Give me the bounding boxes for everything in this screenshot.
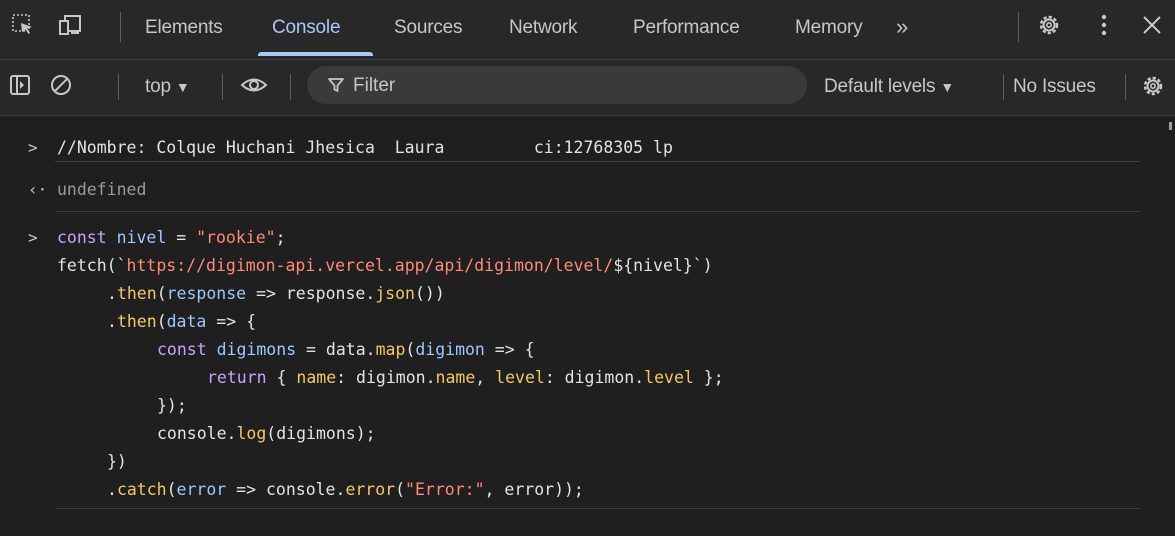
entry-divider [55,508,1140,509]
filter-placeholder: Filter [353,75,396,96]
filter-input[interactable]: Filter [307,66,807,104]
live-expression-eye-icon[interactable] [240,73,268,102]
device-toolbar-icon[interactable] [57,12,83,38]
clear-console-icon[interactable] [49,73,73,102]
toolbar-divider [290,74,291,100]
dropdown-caret-icon: ▼ [175,79,190,95]
code-line: .catch(error => console.error("Error:", … [107,480,584,499]
console-input-line: //Nombre: Colque Huchani Jhesica Laura c… [57,138,673,157]
code-line: const nivel = "rookie"; [57,228,286,247]
filter-funnel-icon [326,75,346,95]
code-line: const digimons = data.map(digimon => { [157,340,535,359]
tab-memory[interactable]: Memory [795,17,863,39]
active-tab-indicator [258,52,373,56]
code-line: .then(data => { [107,312,257,331]
close-icon[interactable] [1139,12,1165,38]
sidebar-toggle-icon[interactable] [8,73,32,102]
log-levels-label: Default levels [824,76,936,97]
entry-divider [55,161,1140,162]
tab-network[interactable]: Network [509,17,577,39]
settings-gear-icon[interactable] [1036,12,1062,38]
more-tabs-chevron-icon[interactable]: » [896,14,908,40]
toolbar-divider [118,74,119,100]
tabbar-divider [120,12,121,42]
inspect-element-icon[interactable] [10,12,36,38]
result-value: undefined [57,180,147,199]
tab-performance[interactable]: Performance [633,17,740,39]
context-label: top [145,76,171,97]
context-selector[interactable]: top ▼ [145,76,190,98]
tab-console[interactable]: Console [272,17,341,39]
code-line: fetch(`https://digimon-api.vercel.app/ap… [57,256,713,275]
devtools-tabbar: Elements Console Sources Network Perform… [0,0,1175,60]
tabbar-divider-right [1018,12,1019,42]
code-line: console.log(digimons); [157,424,376,443]
code-line: .then(response => response.json()) [107,284,445,303]
console-settings-gear-icon[interactable] [1140,73,1166,104]
tab-sources[interactable]: Sources [394,17,463,39]
dropdown-caret-icon: ▼ [940,79,955,95]
tab-elements[interactable]: Elements [145,17,223,39]
console-output: > //Nombre: Colque Huchani Jhesica Laura… [0,116,1175,536]
log-levels-dropdown[interactable]: Default levels ▼ [824,76,954,98]
toolbar-divider [1125,74,1126,100]
code-line: }); [157,396,187,415]
more-options-kebab-icon[interactable] [1091,12,1117,38]
entry-divider [55,211,1140,212]
scrollbar-thumb[interactable] [1169,122,1172,130]
code-line: }) [107,452,127,471]
issues-counter[interactable]: No Issues [1013,76,1096,98]
result-return-icon: ‹· [28,180,48,199]
input-prompt-icon: > [28,228,38,247]
toolbar-divider [1003,74,1004,100]
console-toolbar: top ▼ Filter Default levels ▼ No Issues [0,60,1175,116]
input-prompt-icon: > [28,138,38,157]
code-line: return { name: digimon.name, level: digi… [207,368,724,387]
toolbar-divider [222,74,223,100]
